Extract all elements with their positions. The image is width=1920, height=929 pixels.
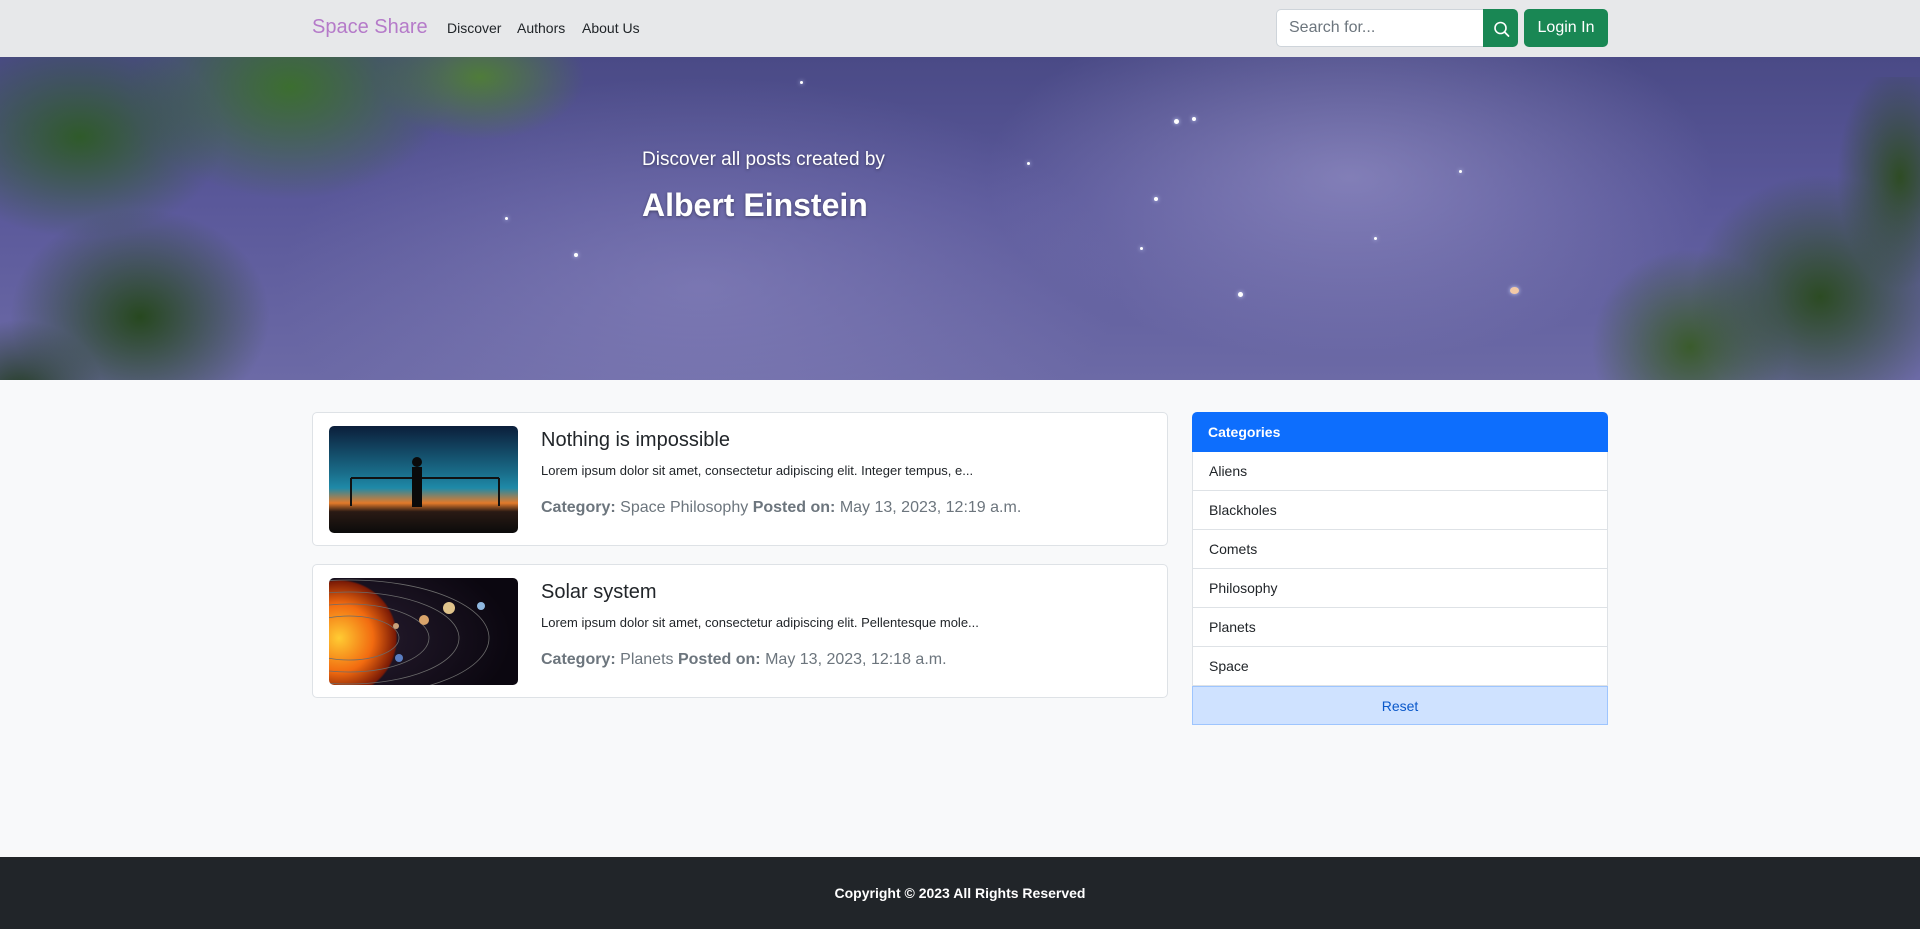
post-card[interactable]: Solar system Lorem ipsum dolor sit amet,… [312, 564, 1168, 698]
navbar: Space Share Discover Authors About Us Lo… [0, 0, 1920, 57]
post-thumbnail[interactable] [329, 426, 518, 533]
star [574, 253, 578, 257]
star [1459, 170, 1462, 173]
post-excerpt: Lorem ipsum dolor sit amet, consectetur … [541, 463, 974, 478]
post-meta: Category: Planets Posted on: May 13, 202… [541, 651, 947, 669]
posted-on-label: Posted on: [677, 651, 761, 668]
post-date: May 13, 2023, 12:19 a.m. [839, 499, 1022, 516]
hero-tree-left [0, 57, 620, 380]
post-date: May 13, 2023, 12:18 a.m. [765, 651, 947, 668]
star [1174, 119, 1179, 124]
search-icon [1494, 21, 1510, 37]
search-input[interactable] [1276, 9, 1484, 47]
star [1374, 237, 1377, 240]
category-item-space[interactable]: Space [1192, 647, 1608, 686]
category-label: Category: [541, 651, 616, 668]
star [1238, 292, 1243, 297]
search-button[interactable] [1483, 9, 1518, 47]
post-title[interactable]: Nothing is impossible [541, 429, 730, 452]
hero-banner: Discover all posts created by Albert Ein… [0, 57, 1920, 380]
post-thumbnail[interactable] [329, 578, 518, 685]
nav-link-authors[interactable]: Authors [517, 20, 565, 36]
category-item-aliens[interactable]: Aliens [1192, 452, 1608, 491]
brand-logo[interactable]: Space Share [312, 16, 428, 39]
hero-tree-right [1490, 77, 1920, 380]
star [1192, 117, 1196, 121]
post-card[interactable]: Nothing is impossible Lorem ipsum dolor … [312, 412, 1168, 546]
star [1510, 287, 1519, 294]
category-item-comets[interactable]: Comets [1192, 530, 1608, 569]
star [1027, 162, 1030, 165]
post-title[interactable]: Solar system [541, 581, 657, 604]
category-item-planets[interactable]: Planets [1192, 608, 1608, 647]
category-item-philosophy[interactable]: Philosophy [1192, 569, 1608, 608]
star [1154, 197, 1158, 201]
post-excerpt: Lorem ipsum dolor sit amet, consectetur … [541, 615, 979, 630]
copyright-text: Copyright © 2023 All Rights Reserved [834, 885, 1086, 901]
post-thumbnail-art [350, 457, 500, 507]
footer: Copyright © 2023 All Rights Reserved [0, 857, 1920, 929]
category-item-blackholes[interactable]: Blackholes [1192, 491, 1608, 530]
nav-link-about-us[interactable]: About Us [582, 20, 640, 36]
categories-header: Categories [1192, 412, 1608, 452]
posted-on-label: Posted on: [752, 499, 836, 516]
star [1140, 247, 1143, 250]
post-thumbnail-art [329, 579, 490, 685]
hero-author-name: Albert Einstein [642, 187, 868, 223]
categories-sidebar: Categories Aliens Blackholes Comets Phil… [1192, 412, 1608, 725]
category-label: Category: [541, 499, 616, 516]
star [800, 81, 803, 84]
post-category: Space Philosophy [620, 499, 749, 516]
login-button[interactable]: Login In [1524, 9, 1608, 47]
post-meta: Category: Space Philosophy Posted on: Ma… [541, 499, 1021, 517]
star [505, 217, 508, 220]
post-category: Planets [620, 651, 674, 668]
reset-button[interactable]: Reset [1192, 686, 1608, 725]
search-form [1276, 9, 1518, 47]
hero-subtitle: Discover all posts created by [642, 149, 885, 170]
nav-link-discover[interactable]: Discover [447, 20, 501, 36]
